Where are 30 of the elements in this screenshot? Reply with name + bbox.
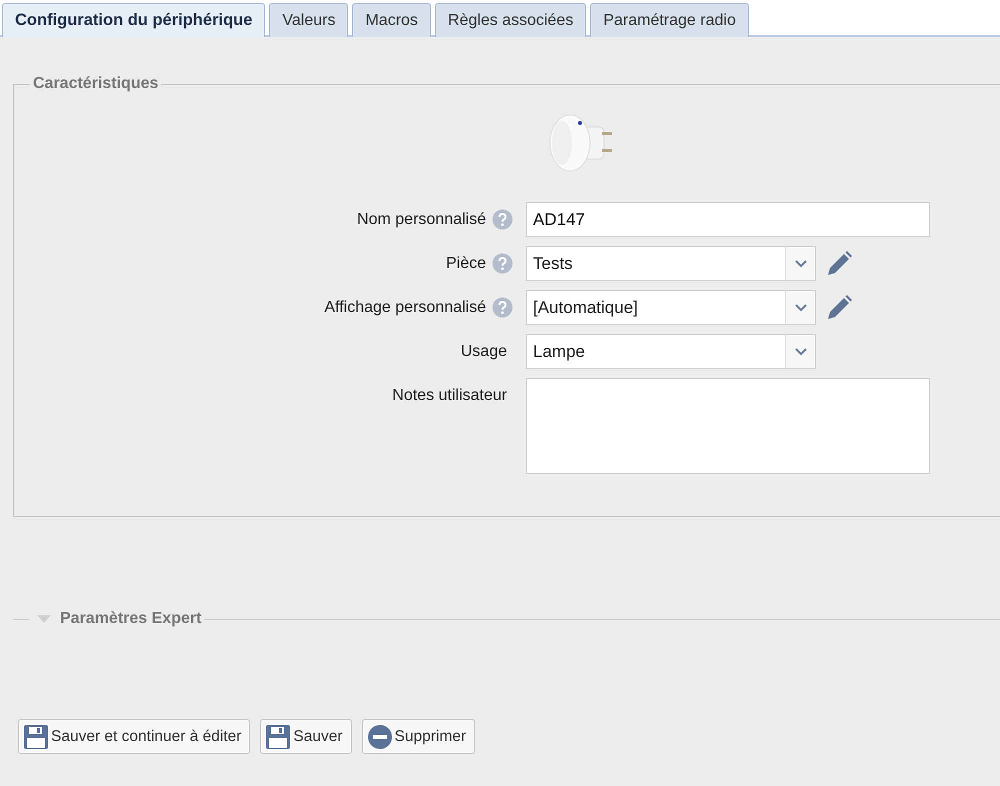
tab[interactable]: Valeurs: [269, 3, 348, 37]
field-label: Usage: [460, 342, 507, 360]
chevron-icon: [794, 348, 806, 356]
select-field[interactable]: [Automatique]: [526, 290, 816, 325]
tab[interactable]: Règles associées: [434, 3, 586, 37]
save-button[interactable]: Sauver et continuer à éditer: [18, 719, 250, 754]
help-icon[interactable]: [492, 253, 513, 274]
field-label: Notes utilisateur: [392, 386, 507, 404]
pencil-icon[interactable]: [826, 251, 852, 277]
delete-button[interactable]: Supprimer: [362, 719, 476, 754]
help-icon[interactable]: [492, 297, 513, 318]
field-label: Pièce: [446, 254, 486, 272]
section-title: Caractéristiques: [32, 75, 160, 93]
tab[interactable]: Macros: [352, 3, 431, 37]
field-label: Affichage personnalisé: [324, 298, 486, 316]
minus-circle-icon: [368, 724, 392, 748]
triangle-icon[interactable]: [36, 614, 52, 624]
tab[interactable]: Configuration du périphérique: [2, 3, 266, 37]
chevron-icon: [794, 260, 806, 268]
input-field[interactable]: AD147: [526, 202, 930, 237]
select-field[interactable]: Lampe: [526, 334, 816, 369]
section-title[interactable]: Paramètres Expert: [60, 610, 204, 628]
chevron-icon: [794, 304, 806, 312]
select-field[interactable]: Tests: [526, 246, 816, 281]
save-button[interactable]: Sauver: [260, 719, 352, 754]
notes-field[interactable]: [526, 378, 930, 474]
tab[interactable]: Paramétrage radio: [590, 3, 749, 37]
pencil-icon[interactable]: [826, 295, 852, 321]
field-label: Nom personnalisé: [357, 210, 486, 228]
help-icon[interactable]: [492, 209, 513, 230]
